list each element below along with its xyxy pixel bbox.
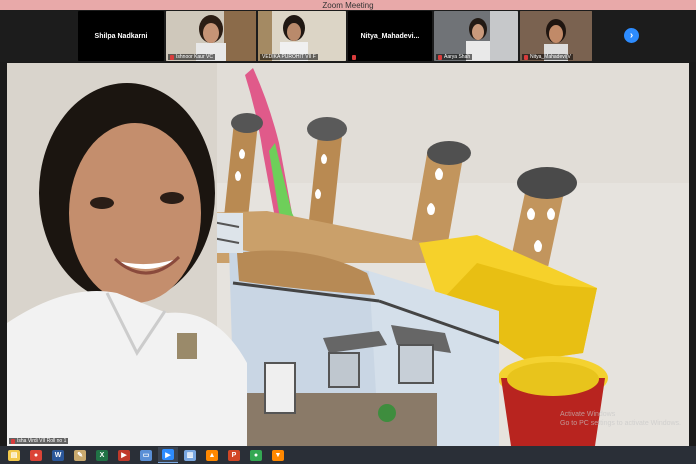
- participant-tile-4[interactable]: Aarya Shah: [434, 11, 518, 61]
- speaker-name-tag: Isha Virdi VII Roll no 1: [9, 438, 69, 444]
- vlc-2-icon-glyph: ▼: [272, 449, 284, 461]
- vlc-2-icon[interactable]: ▼: [268, 447, 288, 463]
- window-title: Zoom Meeting: [322, 0, 374, 10]
- watermark-line-2: Go to PC settings to activate Windows.: [560, 420, 681, 427]
- media-icon[interactable]: ▶: [114, 447, 134, 463]
- participant-name: Nitya_Mahadevi...: [360, 32, 420, 40]
- participant-name: Ishnoor Kaur VC: [176, 54, 213, 60]
- speaker-name: Isha Virdi VII Roll no 1: [17, 438, 67, 444]
- paint-icon[interactable]: ✎: [70, 447, 90, 463]
- paint-icon-glyph: ✎: [74, 449, 86, 461]
- word-icon[interactable]: W: [48, 447, 68, 463]
- video-frame: [7, 63, 689, 446]
- mic-muted-icon: [438, 54, 442, 60]
- participant-name-tag: Nitya_Mahadevi(V: [522, 54, 573, 60]
- participant-tile-5[interactable]: Nitya_Mahadevi(V: [520, 11, 592, 61]
- chrome-2-icon-glyph: ●: [250, 449, 262, 461]
- vlc-icon-glyph: ▲: [206, 449, 218, 461]
- word-icon-glyph: W: [52, 449, 64, 461]
- file-explorer-icon[interactable]: ▤: [4, 447, 24, 463]
- participant-name: Aarya Shah: [444, 54, 471, 60]
- participant-strip: Shilpa Nadkarni Ishnoor Kaur VC VEDIKA P…: [0, 10, 696, 62]
- mic-muted-icon: [170, 54, 174, 60]
- chrome-icon-glyph: ●: [30, 449, 42, 461]
- chevron-right-icon[interactable]: ›: [624, 28, 639, 43]
- participant-tile-3[interactable]: Nitya_Mahadevi...: [348, 11, 432, 61]
- participant-tile-0[interactable]: Shilpa Nadkarni: [78, 11, 164, 61]
- participant-name-tag: [350, 55, 358, 60]
- participant-tile-1[interactable]: Ishnoor Kaur VC: [166, 11, 256, 61]
- monitor-icon[interactable]: ▭: [136, 447, 156, 463]
- participant-tile-2[interactable]: VEDIKA PUROHIT VII F: [258, 11, 346, 61]
- main-speaker-video: Activate Windows Go to PC settings to ac…: [7, 63, 689, 446]
- vlc-icon[interactable]: ▲: [202, 447, 222, 463]
- participant-name-tag: Ishnoor Kaur VC: [168, 54, 215, 60]
- chrome-2-icon[interactable]: ●: [246, 447, 266, 463]
- document-icon[interactable]: ▥: [180, 447, 200, 463]
- powerpoint-icon[interactable]: P: [224, 447, 244, 463]
- participant-name-tag: VEDIKA PUROHIT VII F: [260, 54, 318, 60]
- excel-icon[interactable]: X: [92, 447, 112, 463]
- monitor-icon-glyph: ▭: [140, 449, 152, 461]
- zoom-icon-glyph: ▶: [162, 449, 174, 460]
- activate-windows-watermark: Activate Windows Go to PC settings to ac…: [560, 410, 681, 428]
- mic-muted-icon: [352, 55, 356, 60]
- windows-taskbar: ▤ ● W ✎ X ▶ ▭ ▶ ▥ ▲ P ● ▼: [0, 446, 696, 464]
- powerpoint-icon-glyph: P: [228, 449, 240, 461]
- file-explorer-icon-glyph: ▤: [8, 449, 20, 461]
- chrome-icon[interactable]: ●: [26, 447, 46, 463]
- mic-muted-icon: [11, 438, 15, 444]
- participant-name: Shilpa Nadkarni: [94, 32, 148, 40]
- participant-name: VEDIKA PUROHIT VII F: [262, 54, 316, 60]
- excel-icon-glyph: X: [96, 449, 108, 461]
- document-icon-glyph: ▥: [184, 449, 196, 461]
- media-icon-glyph: ▶: [118, 449, 130, 461]
- watermark-line-1: Activate Windows: [560, 411, 616, 418]
- mic-muted-icon: [524, 54, 528, 60]
- participant-name: Nitya_Mahadevi(V: [530, 54, 571, 60]
- window-titlebar: Zoom Meeting: [0, 0, 696, 10]
- zoom-icon[interactable]: ▶: [158, 447, 178, 463]
- participant-name-tag: Aarya Shah: [436, 54, 473, 60]
